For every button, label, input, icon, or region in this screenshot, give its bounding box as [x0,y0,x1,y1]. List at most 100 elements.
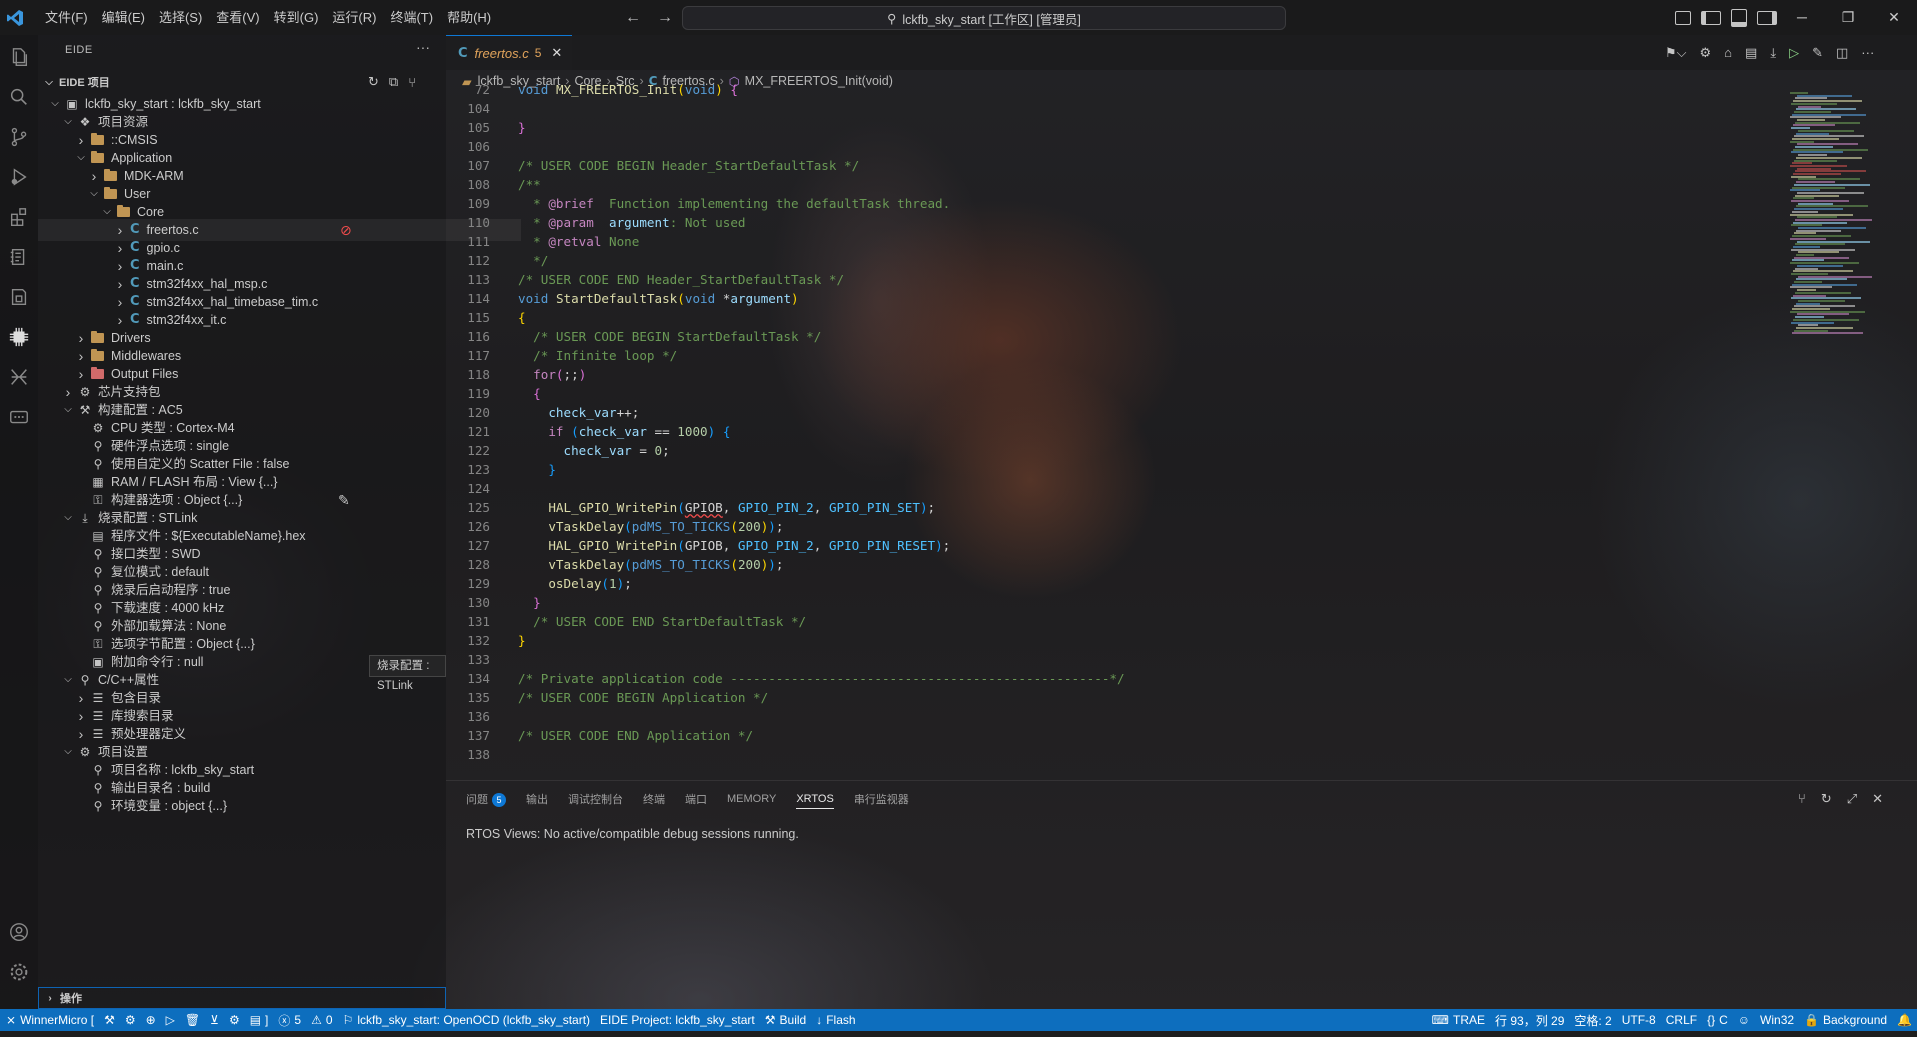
operations-section[interactable]: › 操作 [38,987,446,1009]
breadcrumb-item[interactable]: MX_FREERTOS_Init(void) [745,74,893,88]
status-item[interactable]: UTF-8 [1617,1013,1661,1027]
filter-icon[interactable]: ⑂ [1798,791,1806,807]
eide-debug-icon[interactable]: ⚑⌵ [1665,45,1687,61]
status-item[interactable]: ⨯ WinnerMicro [ [0,1013,99,1027]
status-item[interactable]: 🔒 Background [1799,1013,1892,1027]
status-item[interactable]: 🔔 [1892,1013,1917,1027]
code-line: 126 vTaskDelay(pdMS_TO_TICKS(200)); [446,517,783,536]
menu-item[interactable]: 帮助(H) [440,0,498,35]
customize-layout-icon[interactable] [1675,10,1691,25]
close-tab-icon[interactable]: ✕ [551,45,562,61]
panel-tab[interactable]: 输出 [526,791,548,807]
git-compare-icon[interactable]: ⑂ [408,75,416,90]
window-controls: ─ ❐ ✕ [1779,0,1917,35]
braces-icon: {} [1707,1013,1716,1027]
notebook-icon[interactable] [7,245,31,269]
code-line: 133 [446,650,518,669]
menu-item[interactable]: 编辑(E) [95,0,152,35]
command-center[interactable]: ⚲ lckfb_sky_start [工作区] [管理员] [682,6,1286,30]
run-icon[interactable]: ▷ [1789,45,1799,61]
tab-freertos-c[interactable]: C freertos.c 5 ✕ [446,35,572,70]
settings-gear-icon[interactable]: ⚙ [1700,45,1712,61]
status-item[interactable]: ↓ Flash [811,1013,860,1027]
maximize-panel-icon[interactable]: ⤢ [1847,791,1857,807]
status-item[interactable]: ⚐ lckfb_sky_start: OpenOCD (lckfb_sky_sta… [338,1013,596,1027]
status-item[interactable]: 空格: 2 [1569,1012,1616,1029]
menu-item[interactable]: 查看(V) [209,0,266,35]
status-item[interactable]: 行 93，列 29 [1490,1012,1569,1029]
code-token: ; [927,500,936,515]
status-item[interactable]: ⌨ TRAE [1427,1013,1490,1027]
panel-tab[interactable]: 端口 [685,791,707,807]
excluded-icon[interactable]: ⊘ [340,219,352,241]
toggle-sidebar-icon[interactable] [1701,10,1721,25]
code-editor[interactable]: 72 void MX_FREERTOS_Init(void) {104 105} 10… [446,82,1786,780]
switch-workspace-icon[interactable]: ⧉ [389,74,398,90]
code-line: 107 /* USER CODE BEGIN Header_StartDefaul… [446,156,859,175]
status-item[interactable]: ⊻ [205,1013,224,1027]
panel-tab[interactable]: 调试控制台 [568,791,623,807]
flash-download-icon[interactable]: ⤓ [1770,45,1776,61]
remote-explorer-icon[interactable] [7,285,31,309]
panel-tab[interactable]: 问题 5 [466,791,506,807]
status-item[interactable]: ⓧ 5 [273,1012,306,1029]
refresh-icon[interactable]: ↻ [368,74,379,90]
source-control-icon[interactable] [7,125,31,149]
status-item[interactable]: ⚒ [99,1013,120,1027]
status-item[interactable]: ⚙ [120,1013,141,1027]
menu-item[interactable]: 转到(G) [267,0,326,35]
refresh-icon[interactable]: ↻ [1821,791,1832,807]
close-icon[interactable]: ✕ [1871,0,1917,35]
status-item[interactable]: ☺ [1733,1013,1755,1027]
toggle-panel-icon[interactable] [1731,8,1747,27]
status-item[interactable]: ▤] [245,1013,274,1027]
status-item[interactable]: ⚙ [224,1013,245,1027]
menu-bar: 文件(F) 编辑(E) 选择(S) 查看(V) 转到(G) 运行(R) 终端(T) 帮助(H) [38,0,498,35]
status-item[interactable]: ⊕ [141,1013,161,1027]
rebuild-icon[interactable]: ▤ [1745,45,1757,61]
status-item[interactable]: ⚠ 0 [306,1013,337,1027]
restore-icon[interactable]: ❐ [1825,0,1871,35]
status-item[interactable]: {} C [1702,1013,1733,1027]
panel-tab[interactable]: 串行监视器 [854,791,909,807]
menu-item[interactable]: 运行(R) [325,0,383,35]
account-icon[interactable] [7,920,31,944]
eide-chip-icon[interactable] [7,325,31,349]
status-item[interactable]: CRLF [1661,1013,1702,1027]
back-arrow-icon[interactable]: ← [625,9,641,27]
explorer-icon[interactable] [7,45,31,69]
toggle-secondary-sidebar-icon[interactable] [1757,10,1777,25]
menu-item[interactable]: 文件(F) [38,0,95,35]
line-number: 128 [467,557,490,572]
status-item[interactable]: ⚒ Build [760,1013,811,1027]
menu-item[interactable]: 终端(T) [383,0,440,35]
status-item[interactable]: ▷ [161,1013,180,1027]
minimap[interactable] [1790,92,1910,342]
more-actions-icon[interactable]: ··· [1861,45,1874,60]
panel-tab[interactable]: MEMORY [727,793,776,805]
more-actions-icon[interactable]: ··· [416,39,430,55]
split-editor-icon[interactable]: ◫ [1836,45,1848,61]
manage-gear-icon[interactable] [7,960,31,984]
status-item[interactable]: Win32 [1755,1013,1799,1027]
status-item[interactable]: EIDE Project: lckfb_sky_start [595,1013,760,1027]
rtos-icon[interactable] [7,365,31,389]
run-debug-icon[interactable] [7,165,31,189]
status-item[interactable]: 🗑 [180,1013,205,1027]
build-icon[interactable]: ⌂ [1724,45,1732,60]
minimize-icon[interactable]: ─ [1779,0,1825,35]
panel-tab[interactable]: 终端 [643,791,665,807]
forward-arrow-icon[interactable]: → [657,9,673,27]
tree-item[interactable]: ⚲ 环境变量 : object {...} [74,795,227,817]
minimap-line [1797,264,1843,267]
clean-icon[interactable]: ✎ [1812,45,1823,61]
extensions-icon[interactable] [7,205,31,229]
panel-tab[interactable]: XRTOS [796,793,834,809]
close-panel-icon[interactable]: ✕ [1872,791,1883,807]
edit-pencil-icon[interactable]: ✎ [338,489,350,511]
minimap-line [1794,256,1849,259]
minimap-line [1796,132,1829,135]
serial-monitor-icon[interactable] [7,405,31,429]
search-icon[interactable] [7,85,31,109]
menu-item[interactable]: 选择(S) [152,0,209,35]
